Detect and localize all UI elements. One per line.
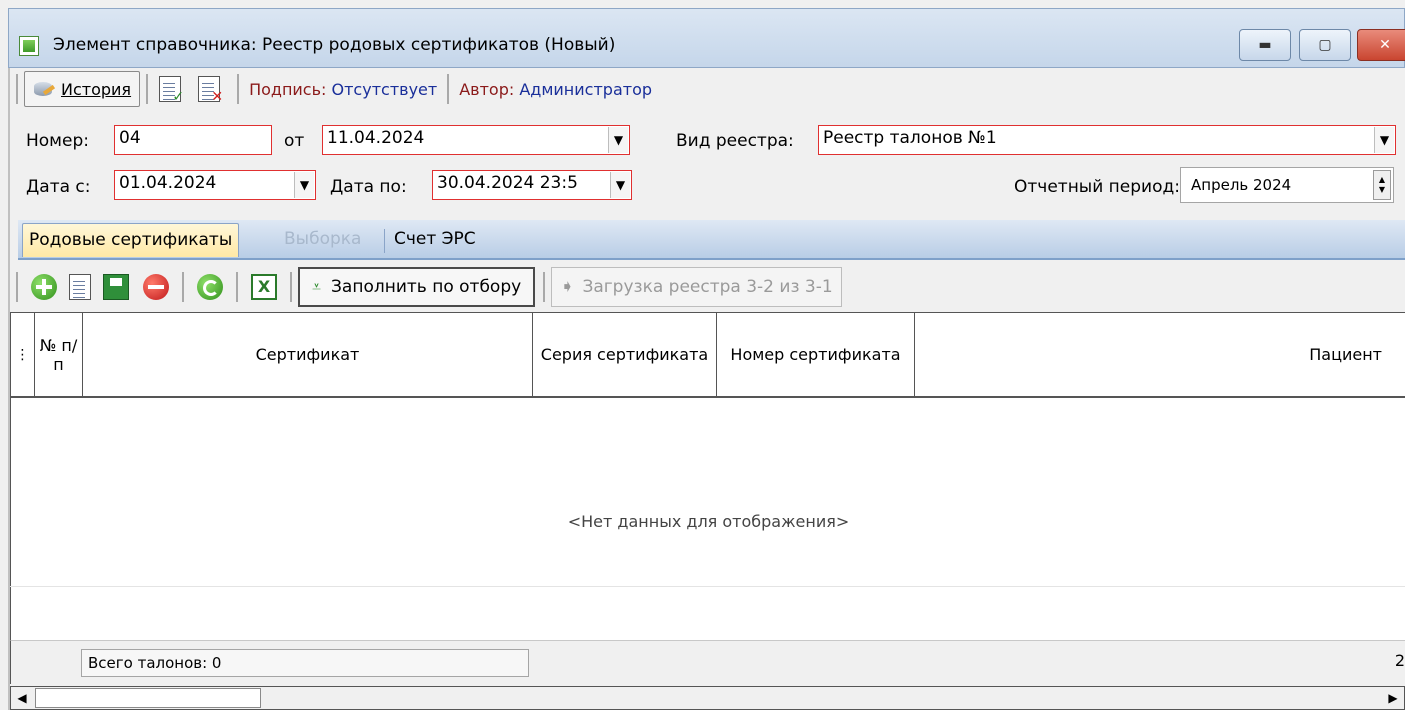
empty-grid-message: <Нет данных для отображения> (567, 512, 850, 531)
app-icon (19, 36, 39, 56)
date-to-field[interactable]: 30.04.2024 23:5 ▼ (432, 170, 632, 200)
minimize-button[interactable]: ▬ (1239, 29, 1291, 61)
scroll-left-icon[interactable]: ◀ (11, 687, 33, 709)
toolbar-separator (16, 74, 18, 104)
from-date-value: 11.04.2024 (327, 128, 425, 148)
page-number: 2 (1394, 651, 1405, 670)
dropdown-arrow-icon[interactable]: ▼ (1374, 127, 1394, 153)
from-date-field[interactable]: 11.04.2024 ▼ (322, 125, 630, 155)
dropdown-arrow-icon[interactable]: ▼ (610, 172, 630, 198)
load-icon: ➧ (560, 277, 575, 297)
from-label: от (284, 131, 305, 151)
spin-down-icon[interactable]: ▼ (1379, 185, 1385, 195)
tab-strip: Родовые сертификаты Выборка Счет ЭРС (18, 220, 1405, 260)
column-chooser-icon[interactable]: ⋮ (11, 313, 35, 397)
signature-value: Отсутствует (331, 79, 438, 99)
date-to-label: Дата по: (330, 177, 407, 197)
date-from-field[interactable]: 01.04.2024 ▼ (114, 170, 316, 200)
toolbar-separator (237, 74, 240, 104)
toolbar-separator (182, 272, 184, 302)
period-field[interactable]: Апрель 2024 ▲ ▼ (1180, 167, 1394, 203)
registry-type-label: Вид реестра: (676, 131, 794, 151)
history-label: История (61, 79, 132, 99)
period-spinner[interactable]: ▲ ▼ (1373, 170, 1391, 200)
number-field[interactable]: 04 (114, 125, 272, 155)
scroll-right-icon[interactable]: ▶ (1382, 687, 1404, 709)
close-icon: ✕ (1379, 37, 1391, 53)
certificates-grid: ⋮ № п/п Сертификат Серия сертификата Ном… (10, 312, 1405, 640)
date-from-label: Дата с: (26, 177, 91, 197)
fill-by-filter-button[interactable]: ⩡ Заполнить по отбору (298, 267, 536, 307)
registry-type-field[interactable]: Реестр талонов №1 ▼ (818, 125, 1396, 155)
column-header-certificate-number[interactable]: Номер сертификата (717, 313, 915, 397)
minimize-icon: ▬ (1258, 37, 1272, 53)
toolbar-separator (16, 272, 18, 302)
signature-status: Подпись: Отсутствует (245, 80, 441, 99)
toolbar-separator (543, 272, 546, 302)
delete-icon[interactable] (143, 274, 169, 300)
registry-type-value: Реестр талонов №1 (823, 128, 997, 148)
column-header-patient[interactable]: Пациент (915, 313, 1405, 397)
column-header-certificate[interactable]: Сертификат (83, 313, 533, 397)
grid-divider (10, 586, 1405, 587)
grid-toolbar: X ⩡ Заполнить по отбору ➧ Загрузка реест… (10, 262, 1405, 312)
date-to-value: 30.04.2024 23:5 (437, 173, 578, 193)
history-icon (33, 79, 55, 99)
refresh-icon[interactable] (197, 274, 223, 300)
header-toolbar: История ✓ ✕ Подпись: Отсутствует Автор: … (10, 68, 1405, 110)
column-header-row-number[interactable]: № п/п (35, 313, 83, 397)
grid-footer: Всего талонов: 0 2 (10, 640, 1405, 684)
fill-by-filter-label: Заполнить по отбору (331, 277, 522, 297)
toolbar-separator (290, 272, 292, 302)
period-value: Апрель 2024 (1191, 176, 1292, 194)
save-icon[interactable] (103, 274, 129, 300)
maximize-button[interactable]: ▢ (1299, 29, 1351, 61)
dropdown-arrow-icon[interactable]: ▼ (608, 127, 628, 153)
add-icon[interactable] (31, 274, 57, 300)
tab-separator (384, 229, 385, 253)
tab-selection[interactable]: Выборка (278, 223, 367, 257)
toolbar-separator (236, 272, 238, 302)
toolbar-separator (146, 74, 149, 104)
close-button[interactable]: ✕ (1357, 29, 1405, 61)
author-info: Автор: Администратор (455, 80, 656, 99)
toolbar-separator (447, 74, 450, 104)
maximize-icon: ▢ (1318, 37, 1332, 53)
window-title-bar: Элемент справочника: Реестр родовых серт… (8, 8, 1405, 68)
load-registry-button[interactable]: ➧ Загрузка реестра 3-2 из 3-1 (551, 267, 842, 307)
author-value: Администратор (519, 79, 653, 99)
number-label: Номер: (26, 131, 89, 151)
period-label: Отчетный период: (1014, 177, 1180, 197)
checkmark-icon: ✓ (172, 89, 185, 105)
spin-up-icon[interactable]: ▲ (1379, 175, 1385, 185)
fill-icon: ⩡ (312, 277, 322, 296)
author-label: Автор: (459, 79, 515, 99)
number-value: 04 (119, 128, 141, 148)
sign-document-icon[interactable]: ✓ (159, 76, 185, 105)
window-title: Элемент справочника: Реестр родовых серт… (53, 35, 616, 55)
scrollbar-thumb[interactable] (35, 688, 261, 708)
dropdown-arrow-icon[interactable]: ▼ (294, 172, 314, 198)
tab-ers-account[interactable]: Счет ЭРС (388, 223, 482, 257)
history-button[interactable]: История (24, 71, 141, 107)
tab-generic-certificates[interactable]: Родовые сертификаты (22, 223, 240, 257)
grid-header: ⋮ № п/п Сертификат Серия сертификата Ном… (11, 312, 1405, 398)
excel-export-icon[interactable]: X (251, 274, 277, 300)
date-from-value: 01.04.2024 (119, 173, 217, 193)
column-header-certificate-series[interactable]: Серия сертификата (533, 313, 717, 397)
cross-icon: ✕ (211, 89, 224, 105)
signature-label: Подпись: (249, 79, 327, 99)
edit-document-icon[interactable] (69, 274, 91, 300)
unsign-document-icon[interactable]: ✕ (198, 76, 224, 105)
total-tickets: Всего талонов: 0 (81, 649, 529, 677)
horizontal-scrollbar[interactable]: ◀ ▶ (10, 686, 1405, 710)
load-registry-label: Загрузка реестра 3-2 из 3-1 (582, 277, 833, 297)
